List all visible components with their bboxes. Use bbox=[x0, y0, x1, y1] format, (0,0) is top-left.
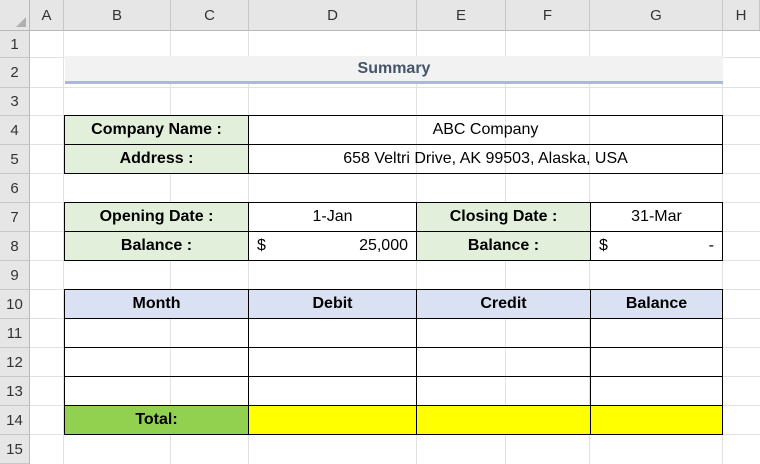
column-header-b[interactable]: B bbox=[64, 0, 171, 31]
opening-balance-cell[interactable]: $ 25,000 bbox=[248, 231, 417, 261]
company-name-value[interactable]: ABC Company bbox=[248, 115, 723, 145]
row-header-5[interactable]: 5 bbox=[0, 145, 30, 174]
total-balance-cell[interactable] bbox=[590, 405, 723, 435]
ledger-cell[interactable] bbox=[248, 376, 417, 406]
ledger-header-month[interactable]: Month bbox=[64, 289, 249, 319]
row-header-10[interactable]: 10 bbox=[0, 290, 30, 319]
row-header-2[interactable]: 2 bbox=[0, 58, 30, 88]
closing-balance-label[interactable]: Balance : bbox=[416, 231, 591, 261]
ledger-cell[interactable] bbox=[416, 318, 591, 348]
ledger-cell[interactable] bbox=[590, 318, 723, 348]
column-header-g[interactable]: G bbox=[590, 0, 723, 31]
ledger-cell[interactable] bbox=[64, 376, 249, 406]
currency-symbol: $ bbox=[257, 237, 266, 254]
row-header-3[interactable]: 3 bbox=[0, 88, 30, 116]
opening-date-label[interactable]: Opening Date : bbox=[64, 202, 249, 232]
select-all-corner[interactable] bbox=[0, 0, 30, 31]
ledger-header-balance[interactable]: Balance bbox=[590, 289, 723, 319]
column-header-a[interactable]: A bbox=[30, 0, 64, 31]
row-header-9[interactable]: 9 bbox=[0, 261, 30, 290]
company-name-label[interactable]: Company Name : bbox=[64, 115, 249, 145]
column-header-c[interactable]: C bbox=[171, 0, 249, 31]
column-header-f[interactable]: F bbox=[506, 0, 590, 31]
row-header-7[interactable]: 7 bbox=[0, 203, 30, 232]
ledger-cell[interactable] bbox=[248, 318, 417, 348]
column-header-h[interactable]: H bbox=[723, 0, 760, 31]
closing-balance-cell[interactable]: $ - bbox=[590, 231, 723, 261]
address-label[interactable]: Address : bbox=[64, 144, 249, 174]
total-credit-cell[interactable] bbox=[416, 405, 591, 435]
row-header-13[interactable]: 13 bbox=[0, 377, 30, 406]
row-header-8[interactable]: 8 bbox=[0, 232, 30, 261]
ledger-cell[interactable] bbox=[64, 347, 249, 377]
opening-balance-label[interactable]: Balance : bbox=[64, 231, 249, 261]
row-header-1[interactable]: 1 bbox=[0, 31, 30, 58]
ledger-cell[interactable] bbox=[248, 347, 417, 377]
summary-title[interactable]: Summary bbox=[65, 56, 723, 84]
row-header-11[interactable]: 11 bbox=[0, 319, 30, 348]
spreadsheet: A B C D E F G H 1 2 3 4 5 6 7 8 9 10 11 … bbox=[0, 0, 760, 464]
column-header-e[interactable]: E bbox=[417, 0, 506, 31]
opening-balance-value: 25,000 bbox=[359, 237, 408, 254]
total-debit-cell[interactable] bbox=[248, 405, 417, 435]
ledger-cell[interactable] bbox=[590, 347, 723, 377]
column-header-d[interactable]: D bbox=[249, 0, 417, 31]
total-label[interactable]: Total: bbox=[64, 405, 249, 435]
row-header-4[interactable]: 4 bbox=[0, 116, 30, 145]
ledger-header-credit[interactable]: Credit bbox=[416, 289, 591, 319]
currency-symbol: $ bbox=[599, 237, 608, 254]
ledger-cell[interactable] bbox=[416, 376, 591, 406]
closing-date-value[interactable]: 31-Mar bbox=[590, 202, 723, 232]
ledger-cell[interactable] bbox=[590, 376, 723, 406]
closing-date-label[interactable]: Closing Date : bbox=[416, 202, 591, 232]
ledger-header-debit[interactable]: Debit bbox=[248, 289, 417, 319]
row-header-14[interactable]: 14 bbox=[0, 406, 30, 435]
address-value[interactable]: 658 Veltri Drive, AK 99503, Alaska, USA bbox=[248, 144, 723, 174]
opening-date-value[interactable]: 1-Jan bbox=[248, 202, 417, 232]
ledger-cell[interactable] bbox=[64, 318, 249, 348]
row-header-15[interactable]: 15 bbox=[0, 435, 30, 464]
row-header-6[interactable]: 6 bbox=[0, 174, 30, 203]
ledger-cell[interactable] bbox=[416, 347, 591, 377]
row-header-12[interactable]: 12 bbox=[0, 348, 30, 377]
closing-balance-value: - bbox=[708, 237, 714, 254]
